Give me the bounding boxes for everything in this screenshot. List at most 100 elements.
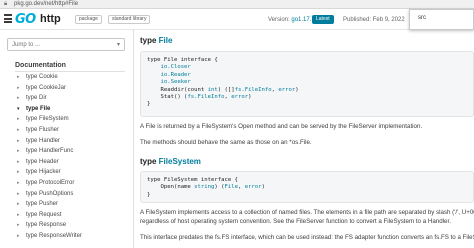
- code-text: ) (: [214, 184, 225, 191]
- file-methods-note: The methods should behave the same as th…: [140, 139, 312, 146]
- browser-address-bar[interactable]: 🔒︎ pkg.go.dev/net/http#File: [0, 0, 474, 9]
- fs-fileinfo-link[interactable]: fs.FileInfo: [235, 87, 272, 93]
- latest-badge: Latest: [312, 15, 334, 24]
- filesystem-description-2: regardless of host operating system conv…: [140, 218, 451, 225]
- sidebar-item-handler[interactable]: ▸ type Handler: [0, 136, 133, 146]
- version-info: Version: go1.17.7: [268, 16, 315, 24]
- sidebar-item-label: type Cookie: [26, 74, 58, 80]
- type-file-link[interactable]: File: [159, 36, 173, 45]
- sidebar-item-label: type Pusher: [26, 201, 59, 208]
- sidebar-item-label: type Header: [26, 158, 59, 165]
- address-url[interactable]: pkg.go.dev/net/http#File: [14, 1, 78, 8]
- chevron-right-icon[interactable]: ▸: [17, 211, 20, 219]
- sidebar-item-handlerfunc[interactable]: ▸ type HandlerFunc: [0, 146, 133, 156]
- sidebar-item-label: type Hijacker: [26, 169, 61, 176]
- code-text: ) ([]: [217, 86, 235, 93]
- code-line: }: [147, 101, 151, 108]
- type-filesystem-heading: type FileSystem: [140, 157, 201, 167]
- find-in-page-box[interactable]: src: [409, 9, 474, 30]
- sidebar-item-label: type ProtocolError: [26, 180, 75, 186]
- code-text: Open(name: [160, 184, 195, 191]
- chevron-down-icon[interactable]: ▾: [17, 105, 20, 113]
- code-text: Readdir(count: [160, 86, 208, 93]
- chevron-right-icon[interactable]: ▸: [17, 115, 20, 123]
- sidebar-item-pusher[interactable]: ▸ type Pusher: [0, 199, 133, 209]
- code-text: ): [295, 86, 299, 93]
- io-closer-link[interactable]: io.Closer: [160, 64, 190, 70]
- error-link[interactable]: error: [245, 184, 262, 190]
- code-text: Stat() (: [160, 94, 188, 101]
- sidebar-item-label: type Dir: [26, 95, 47, 102]
- type-keyword: type: [140, 36, 159, 45]
- filesystem-description-1: A FileSystem implements access to a coll…: [140, 209, 474, 216]
- int-link[interactable]: int: [208, 87, 218, 93]
- sidebar-item-protocolerror[interactable]: ▸ type ProtocolError: [0, 178, 133, 188]
- sidebar-item-dir[interactable]: ▸ type Dir: [0, 93, 133, 103]
- sidebar-item-responsewriter[interactable]: ▸ type ResponseWriter: [0, 231, 133, 241]
- chevron-right-icon[interactable]: ▸: [17, 147, 20, 155]
- type-file-heading: type File: [140, 36, 172, 46]
- chevron-right-icon[interactable]: ▸: [17, 200, 20, 208]
- sidebar-item-request[interactable]: ▸ type Request: [0, 210, 133, 220]
- type-filesystem-link[interactable]: FileSystem: [159, 157, 201, 166]
- version-label: Version:: [268, 17, 292, 23]
- chevron-right-icon[interactable]: ▸: [17, 232, 20, 240]
- find-input-text[interactable]: src: [418, 15, 426, 22]
- filesystem-predates-note: This interface predates the fs.FS interf…: [140, 234, 474, 241]
- site-header: GO http package standard library Version…: [0, 9, 474, 30]
- code-text: ,: [237, 184, 245, 191]
- sidebar-item-label: type HandlerFunc: [26, 148, 74, 155]
- chevron-right-icon[interactable]: ▸: [17, 73, 20, 81]
- chevron-right-icon[interactable]: ▸: [17, 137, 20, 145]
- documentation-heading[interactable]: Documentation: [15, 61, 66, 70]
- sidebar-item-cookiejar[interactable]: ▸ type CookieJar: [0, 83, 133, 93]
- io-seeker-link[interactable]: io.Seeker: [160, 79, 190, 85]
- jump-to-select[interactable]: Jump to ... ▾: [7, 38, 125, 51]
- type-keyword: type: [140, 157, 159, 166]
- sidebar-item-label: type CookieJar: [26, 84, 67, 91]
- sidebar-item-response[interactable]: ▸ type Response: [0, 220, 133, 230]
- chevron-right-icon[interactable]: ▸: [17, 168, 20, 176]
- sidebar-item-label: type Handler: [26, 137, 61, 144]
- sidebar-item-file[interactable]: ▾ type File: [0, 104, 133, 114]
- standard-library-tag[interactable]: standard library: [108, 15, 151, 24]
- string-link[interactable]: string: [194, 184, 214, 190]
- lock-icon: 🔒︎: [4, 1, 8, 7]
- sidebar-item-label: type PushOptions: [26, 190, 74, 197]
- sidebar-item-label: type ResponseWriter: [26, 233, 82, 239]
- chevron-right-icon[interactable]: ▸: [17, 94, 20, 102]
- io-reader-link[interactable]: io.Reader: [160, 72, 190, 78]
- hamburger-menu-icon[interactable]: [4, 14, 12, 23]
- chevron-right-icon[interactable]: ▸: [17, 179, 20, 187]
- error-link[interactable]: error: [231, 94, 248, 100]
- chevron-right-icon[interactable]: ▸: [17, 126, 20, 134]
- jump-to-placeholder: Jump to ...: [12, 42, 41, 48]
- code-text: ): [248, 94, 252, 101]
- chevron-right-icon[interactable]: ▸: [17, 221, 20, 229]
- fs-fileinfo-link[interactable]: fs.FileInfo: [187, 94, 224, 100]
- chevron-right-icon[interactable]: ▸: [17, 84, 20, 92]
- sidebar-item-label: type FileSystem: [26, 116, 69, 123]
- file-link[interactable]: File: [225, 184, 238, 190]
- sidebar-item-hijacker[interactable]: ▸ type Hijacker: [0, 167, 133, 177]
- sidebar: Jump to ... ▾ Documentation ▸ type Cookie…: [0, 30, 134, 248]
- chevron-right-icon[interactable]: ▸: [17, 158, 20, 166]
- error-link[interactable]: error: [278, 87, 295, 93]
- sidebar-item-cookie[interactable]: ▸ type Cookie: [0, 72, 133, 82]
- sidebar-item-flusher[interactable]: ▸ type Flusher: [0, 125, 133, 135]
- sidebar-item-label: type Flusher: [26, 127, 60, 133]
- sidebar-item-label: type Response: [26, 222, 67, 229]
- go-logo[interactable]: GO: [15, 12, 36, 27]
- chevron-down-icon: ▾: [116, 42, 120, 48]
- code-line: type File interface {: [147, 57, 218, 63]
- package-tag: package: [75, 15, 102, 24]
- file-code-block: type File interface { io.Closer io.Reade…: [140, 51, 474, 117]
- sidebar-item-filesystem[interactable]: ▸ type FileSystem: [0, 114, 133, 124]
- package-title: http: [40, 13, 61, 25]
- sidebar-item-header[interactable]: ▸ type Header: [0, 157, 133, 167]
- code-line: }: [147, 191, 151, 198]
- chevron-right-icon[interactable]: ▸: [17, 190, 20, 198]
- sidebar-item-pushoptions[interactable]: ▸ type PushOptions: [0, 189, 133, 199]
- published-date: Published: Feb 9, 2022: [343, 17, 405, 23]
- sidebar-item-label: type File: [26, 105, 51, 112]
